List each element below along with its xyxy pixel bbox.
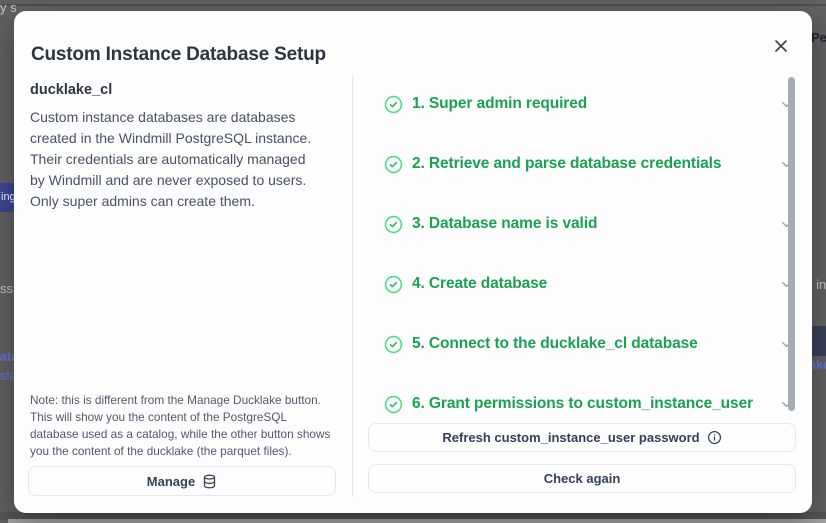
circle-check-icon: [384, 95, 403, 114]
check-again-button[interactable]: Check again: [368, 464, 796, 493]
dialog-title: Custom Instance Database Setup: [31, 44, 326, 65]
step-label: 1. Super admin required: [412, 95, 588, 112]
circle-check-icon: [384, 275, 403, 294]
background-text-fragment: ss: [0, 281, 13, 296]
setup-step-row[interactable]: 2. Retrieve and parse database credentia…: [368, 134, 796, 194]
manage-note: Note: this is different from the Manage …: [30, 393, 331, 458]
setup-step-row[interactable]: 5. Connect to the ducklake_cl database: [368, 314, 796, 374]
database-icon: [202, 474, 217, 489]
background-row-fragment: [812, 326, 826, 356]
check-again-button-label: Check again: [543, 471, 621, 486]
steps-action-buttons: Refresh custom_instance_user password Ch…: [368, 423, 796, 493]
circle-check-icon: [384, 395, 403, 414]
x-icon: [771, 36, 791, 56]
close-button[interactable]: [766, 31, 796, 61]
steps-scrollbar[interactable]: [788, 77, 795, 411]
background-divider-line: [0, 4, 826, 6]
steps-list: 1. Super admin required 2. Retrieve and …: [368, 74, 796, 434]
refresh-password-button-label: Refresh custom_instance_user password: [442, 430, 700, 445]
step-label: 5. Connect to the ducklake_cl database: [412, 335, 698, 352]
database-name-heading: ducklake_cl: [30, 82, 113, 98]
step-label: 6. Grant permissions to custom_instance_…: [412, 395, 754, 412]
circle-check-icon: [384, 155, 403, 174]
database-description: Custom instance databases are databases …: [30, 109, 312, 209]
column-divider: [352, 75, 353, 497]
background-text-fragment: y s: [0, 0, 17, 15]
screen: y s ing ss ata sta Pe s in ake Custom In…: [0, 0, 826, 523]
setup-step-row[interactable]: 4. Create database: [368, 254, 796, 314]
setup-step-row[interactable]: 1. Super admin required: [368, 74, 796, 134]
setup-step-row[interactable]: 3. Database name is valid: [368, 194, 796, 254]
step-label: 2. Retrieve and parse database credentia…: [412, 155, 722, 172]
background-page-edge: [8, 519, 826, 523]
manage-button[interactable]: Manage: [28, 466, 336, 496]
background-text-fragment: Pe: [811, 30, 826, 45]
step-label: 4. Create database: [412, 275, 548, 292]
refresh-password-button[interactable]: Refresh custom_instance_user password: [368, 423, 796, 452]
step-label: 3. Database name is valid: [412, 215, 598, 232]
circle-check-icon: [384, 215, 403, 234]
manage-button-label: Manage: [146, 473, 196, 489]
circle-check-icon: [384, 335, 403, 354]
info-icon[interactable]: [707, 430, 722, 445]
custom-instance-database-setup-dialog: Custom Instance Database Setup ducklake_…: [14, 11, 812, 513]
